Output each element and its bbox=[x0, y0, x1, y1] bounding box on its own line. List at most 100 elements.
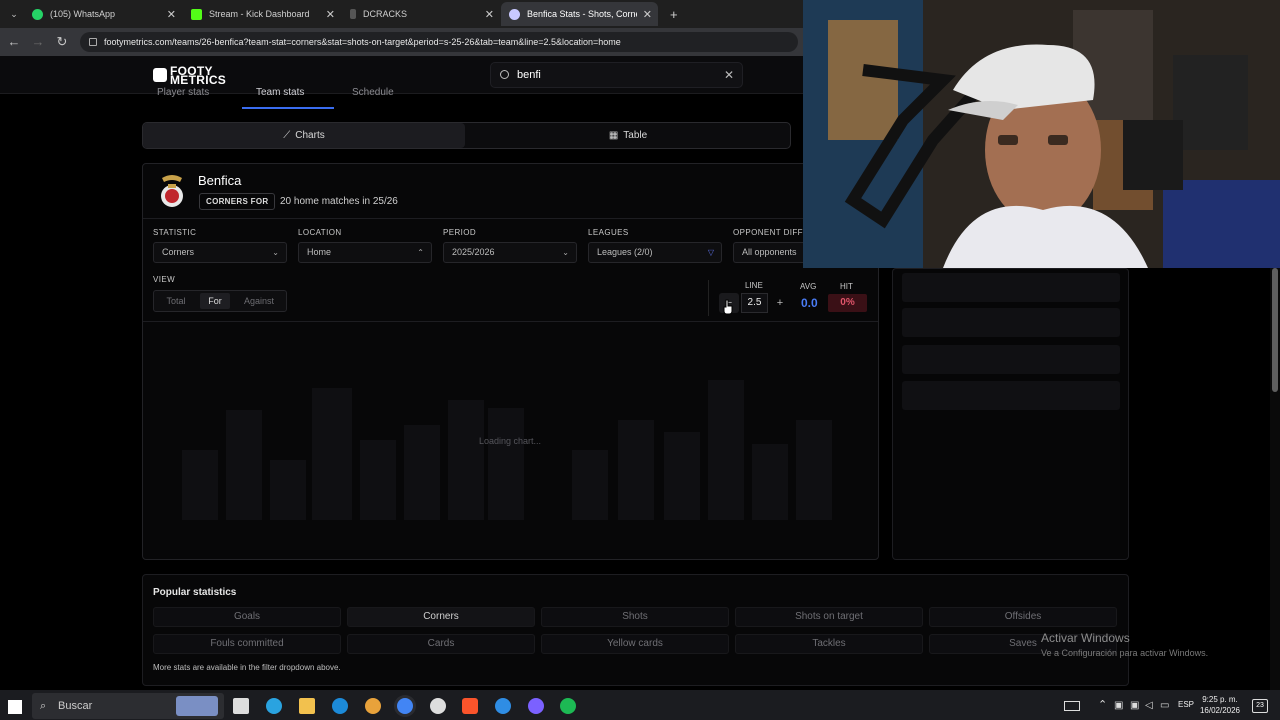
view-for-option[interactable]: For bbox=[200, 293, 230, 309]
view-against-option[interactable]: Against bbox=[234, 291, 284, 311]
active-tab-underline bbox=[242, 107, 334, 109]
tab-player-stats[interactable]: Player stats bbox=[157, 87, 209, 98]
popular-stat-goals[interactable]: Goals bbox=[153, 607, 341, 627]
popular-stats-note: More stats are available in the filter d… bbox=[153, 663, 341, 672]
tray-icon[interactable]: ▣ bbox=[1114, 700, 1123, 711]
file-explorer-icon[interactable] bbox=[299, 698, 315, 714]
select-value: All opponents bbox=[742, 247, 797, 257]
forward-icon[interactable]: → bbox=[30, 34, 46, 50]
webcam-overlay bbox=[803, 0, 1280, 268]
select-value: 2025/2026 bbox=[452, 247, 495, 257]
team-name: Benfica bbox=[198, 173, 242, 188]
popular-stat-shots-on-target[interactable]: Shots on target bbox=[735, 607, 923, 627]
site-logo[interactable]: FOOTY METRICS bbox=[153, 65, 227, 87]
statistic-select[interactable]: Corners ⌄ bbox=[153, 242, 287, 263]
divider bbox=[143, 218, 803, 219]
windows-start-icon[interactable] bbox=[8, 700, 22, 714]
popular-stat-shots[interactable]: Shots bbox=[541, 607, 729, 627]
view-total-option[interactable]: Total bbox=[156, 291, 196, 311]
activate-windows-subtitle: Ve a Configuración para activar Windows. bbox=[1041, 648, 1209, 658]
filter-icon: ▽ bbox=[707, 248, 714, 257]
popular-stat-offsides[interactable]: Offsides bbox=[929, 607, 1117, 627]
chrome-icon[interactable] bbox=[397, 698, 413, 714]
taskbar-search[interactable]: ⌕ Buscar bbox=[32, 693, 224, 719]
mouse-cursor-icon bbox=[723, 299, 733, 315]
hit-label: HIT bbox=[840, 282, 853, 291]
line-value-input[interactable]: 2.5 bbox=[741, 293, 768, 313]
popular-stat-cards[interactable]: Cards bbox=[347, 634, 535, 654]
tab-team-stats[interactable]: Team stats bbox=[256, 87, 304, 98]
browser-tab-whatsapp[interactable]: (105) WhatsApp ✕ bbox=[24, 2, 182, 26]
tab-search-icon[interactable]: ⌄ bbox=[6, 6, 22, 22]
skeleton-bar bbox=[664, 432, 700, 520]
volume-icon[interactable]: ◁ bbox=[1145, 700, 1153, 711]
edge-icon[interactable] bbox=[266, 698, 282, 714]
taskbar-clock[interactable]: 9:25 p. m. 16/02/2026 bbox=[1195, 694, 1245, 716]
reload-icon[interactable]: ↻ bbox=[54, 34, 70, 50]
location-select[interactable]: Home ⌃ bbox=[298, 242, 432, 263]
tray-icon[interactable]: ▣ bbox=[1130, 700, 1139, 711]
spotify-icon[interactable] bbox=[560, 698, 576, 714]
back-icon[interactable]: ← bbox=[6, 34, 22, 50]
skeleton-bar bbox=[404, 425, 440, 520]
popular-stat-yellow-cards[interactable]: Yellow cards bbox=[541, 634, 729, 654]
chevron-up-icon[interactable]: ⌃ bbox=[1098, 698, 1107, 711]
scrollbar-thumb[interactable] bbox=[1272, 268, 1278, 392]
popular-stat-fouls[interactable]: Fouls committed bbox=[153, 634, 341, 654]
leagues-label: LEAGUES bbox=[588, 228, 629, 237]
search-value: benfi bbox=[517, 69, 541, 81]
period-label: PERIOD bbox=[443, 228, 477, 237]
view-segmented-control: Total For Against bbox=[153, 290, 287, 312]
app-icon[interactable] bbox=[528, 698, 544, 714]
close-tab-icon[interactable]: ✕ bbox=[485, 8, 494, 21]
popular-stat-corners[interactable]: Corners bbox=[347, 607, 535, 627]
table-toggle-button[interactable]: ▦ Table bbox=[467, 123, 789, 148]
period-select[interactable]: 2025/2026 ⌄ bbox=[443, 242, 577, 263]
close-tab-icon[interactable]: ✕ bbox=[167, 8, 176, 21]
brave-icon[interactable] bbox=[462, 698, 478, 714]
skeleton-row bbox=[902, 381, 1120, 410]
new-tab-button[interactable]: + bbox=[662, 2, 686, 26]
matches-summary: 20 home matches in 25/26 bbox=[280, 196, 398, 207]
network-icon[interactable]: ▭ bbox=[1160, 700, 1169, 711]
language-indicator[interactable]: ESP bbox=[1178, 700, 1194, 709]
search-icon bbox=[500, 70, 509, 79]
tab-title: Stream - Kick Dashboard bbox=[209, 9, 310, 19]
logo-line2: METRICS bbox=[170, 73, 227, 87]
search-input[interactable]: benfi ✕ bbox=[490, 62, 743, 88]
url-input[interactable]: footymetrics.com/teams/26-benfica?team-s… bbox=[80, 32, 798, 52]
browser-tab-dcracks[interactable]: DCRACKS ✕ bbox=[342, 2, 500, 26]
site-info-icon[interactable] bbox=[89, 38, 97, 46]
close-tab-icon[interactable]: ✕ bbox=[643, 8, 652, 21]
skeleton-bar bbox=[488, 408, 524, 520]
clear-search-icon[interactable]: ✕ bbox=[724, 63, 734, 87]
app-icon[interactable] bbox=[365, 698, 381, 714]
task-view-icon[interactable] bbox=[233, 698, 249, 714]
divider bbox=[143, 321, 878, 322]
popular-statistics-title: Popular statistics bbox=[153, 587, 237, 598]
app-icon[interactable] bbox=[495, 698, 511, 714]
browser-tab-benfica[interactable]: Benfica Stats - Shots, Corners & ✕ bbox=[501, 2, 658, 26]
edge-dev-icon[interactable] bbox=[332, 698, 348, 714]
keyboard-icon[interactable] bbox=[1064, 701, 1080, 711]
clock-date: 16/02/2026 bbox=[1199, 706, 1241, 715]
line-increase-button[interactable]: + bbox=[771, 293, 789, 313]
webcam-feed-image bbox=[803, 0, 1280, 268]
chevron-down-icon: ⌄ bbox=[562, 248, 569, 257]
location-label: LOCATION bbox=[298, 228, 342, 237]
skeleton-bar bbox=[312, 388, 352, 520]
app-icon[interactable] bbox=[430, 698, 446, 714]
whatsapp-icon bbox=[32, 8, 43, 20]
line-label: LINE bbox=[745, 281, 763, 290]
tab-schedule[interactable]: Schedule bbox=[352, 87, 394, 98]
tab-label: Player stats bbox=[157, 87, 210, 98]
opponent-select[interactable]: All opponents bbox=[733, 242, 803, 263]
notifications-icon[interactable]: 23 bbox=[1252, 699, 1268, 713]
tab-title: Benfica Stats - Shots, Corners & bbox=[527, 9, 637, 19]
browser-tab-kick[interactable]: Stream - Kick Dashboard ✕ bbox=[183, 2, 341, 26]
leagues-select[interactable]: Leagues (2/0) ▽ bbox=[588, 242, 722, 263]
popular-stat-tackles[interactable]: Tackles bbox=[735, 634, 923, 654]
chevron-up-icon: ⌃ bbox=[417, 248, 424, 257]
close-tab-icon[interactable]: ✕ bbox=[326, 8, 335, 21]
charts-toggle-button[interactable]: ⟋ Charts bbox=[143, 123, 465, 148]
